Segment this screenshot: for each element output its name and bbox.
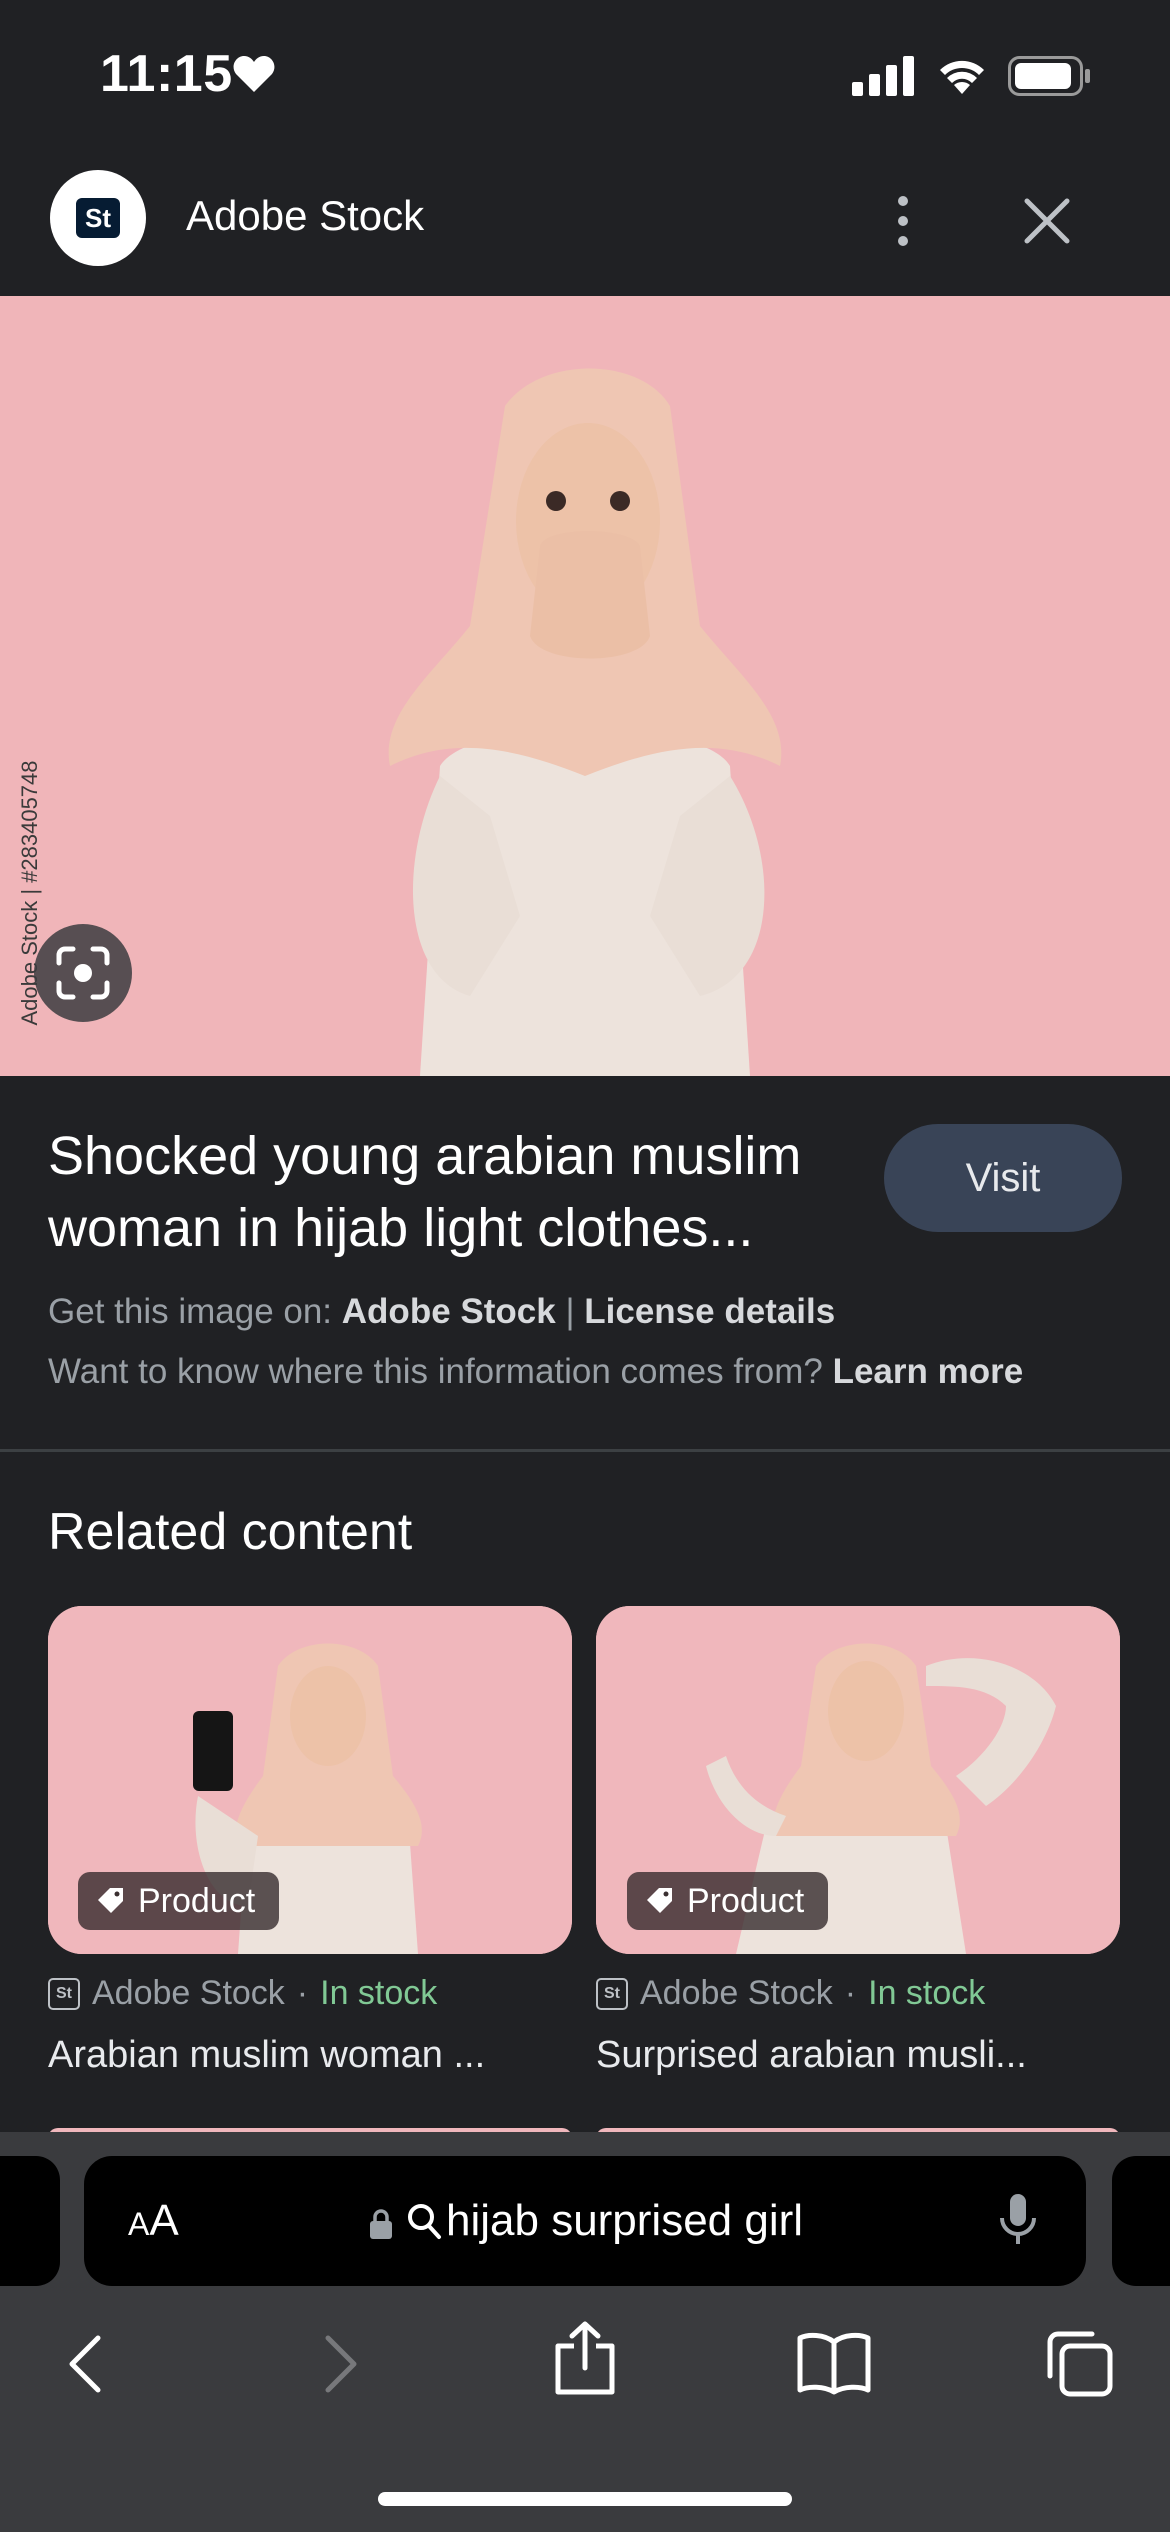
status-time: 11:15	[100, 45, 233, 103]
close-icon[interactable]	[1022, 196, 1072, 251]
source-name: Adobe Stock	[92, 1974, 285, 2012]
search-icon	[406, 2202, 444, 2247]
lens-icon	[56, 946, 110, 1000]
learn-more-link[interactable]: Learn more	[833, 1352, 1024, 1391]
tabs-icon[interactable]	[1044, 2328, 1114, 2403]
image-watermark: Adobe Stock | #283405748	[17, 760, 42, 1026]
share-icon[interactable]	[552, 2320, 618, 2401]
related-card-source: St Adobe Stock · In stock	[48, 1974, 437, 2013]
info-line: Want to know where this information come…	[48, 1352, 1023, 1392]
product-badge-label: Product	[138, 1881, 256, 1920]
related-card-title[interactable]: Surprised arabian musli...	[596, 2034, 1120, 2077]
heart-icon	[232, 54, 276, 99]
source-separator: |	[565, 1292, 575, 1331]
page-settings-button[interactable]: AA	[128, 2196, 179, 2246]
previous-tab-peek[interactable]	[0, 2156, 60, 2286]
source-link[interactable]: Adobe Stock	[342, 1292, 556, 1331]
microphone-icon[interactable]	[998, 2192, 1038, 2253]
tag-icon	[647, 1888, 672, 1913]
battery-icon	[1008, 56, 1092, 101]
product-badge-label: Product	[687, 1881, 805, 1920]
cellular-signal-icon	[852, 56, 916, 101]
address-text[interactable]: hijab surprised girl	[446, 2196, 803, 2246]
stock-status: In stock	[868, 1974, 986, 2012]
adobe-stock-logo: St	[50, 170, 146, 266]
adobe-stock-favicon-icon: St	[48, 1977, 80, 2010]
result-title: Shocked young arabian muslim woman in hi…	[48, 1126, 802, 1258]
lens-result-header	[0, 150, 1170, 296]
license-details-link[interactable]: License details	[584, 1292, 835, 1331]
bookmarks-icon[interactable]	[796, 2330, 872, 2401]
info-question: Want to know where this information come…	[48, 1352, 823, 1391]
source-line: Get this image on: Adobe Stock | License…	[48, 1292, 835, 1332]
lens-search-button[interactable]	[34, 924, 132, 1022]
result-image[interactable]	[0, 296, 1170, 1076]
adobe-stock-favicon-icon: St	[596, 1977, 628, 2010]
visit-button[interactable]: Visit	[884, 1124, 1122, 1232]
wifi-icon	[938, 54, 986, 99]
source-name: Adobe Stock	[640, 1974, 833, 2012]
product-badge: Product	[627, 1872, 829, 1930]
divider	[0, 1449, 1170, 1452]
home-indicator[interactable]	[378, 2492, 792, 2506]
product-badge: Product	[78, 1872, 280, 1930]
next-tab-peek[interactable]	[1112, 2156, 1170, 2286]
more-options-icon[interactable]	[888, 194, 918, 248]
related-card-source: St Adobe Stock · In stock	[596, 1974, 985, 2013]
tag-icon	[98, 1888, 123, 1913]
back-icon[interactable]	[66, 2334, 106, 2399]
lock-icon	[368, 2208, 394, 2245]
site-name: Adobe Stock	[186, 192, 425, 239]
related-content-heading: Related content	[48, 1503, 413, 1561]
related-card-title[interactable]: Arabian muslim woman ...	[48, 2034, 572, 2077]
logo-mark: St	[76, 198, 120, 238]
source-prefix: Get this image on:	[48, 1292, 333, 1331]
stock-status: In stock	[320, 1974, 438, 2012]
forward-icon[interactable]	[320, 2334, 360, 2399]
